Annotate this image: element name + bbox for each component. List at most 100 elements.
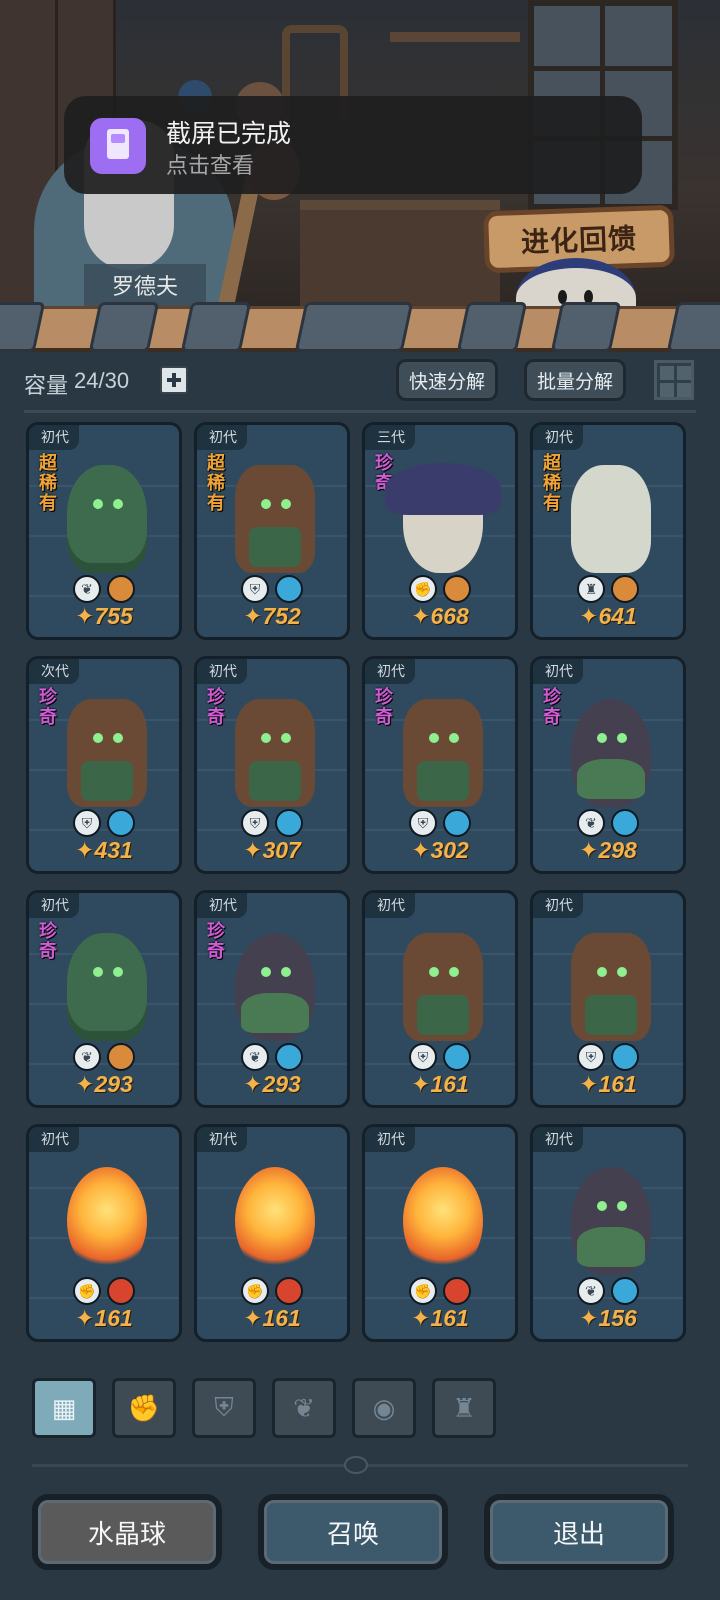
notification-subtitle: 点击查看 xyxy=(166,153,255,178)
quick-decompose-button[interactable]: 快速分解 xyxy=(396,359,498,401)
creature-bush xyxy=(67,933,147,1041)
generation-label: 初代 xyxy=(29,425,79,450)
water-element-icon xyxy=(275,809,303,837)
earth-element-icon xyxy=(443,575,471,603)
screenshot-notification[interactable]: 截屏已完成 点击查看 xyxy=(64,96,642,194)
creature-bush xyxy=(67,465,147,573)
category-tab-alien-head-icon[interactable]: ◉ xyxy=(352,1378,416,1438)
crystal-ball-button[interactable]: 水晶球 xyxy=(32,1494,222,1570)
tower-icon: ♜ xyxy=(452,1392,476,1423)
power-number: 161 xyxy=(430,1071,469,1097)
fist-icon: ✊ xyxy=(127,1392,161,1423)
power-glyph-icon: ✦ xyxy=(243,1071,263,1097)
category-tab-shield-icon[interactable]: ⛨ xyxy=(192,1378,256,1438)
generation-label: 初代 xyxy=(197,1127,247,1152)
rarity-label: 珍奇 xyxy=(207,687,225,727)
creature-badges: ✊ xyxy=(241,1277,311,1307)
creature-card[interactable]: 初代 超稀有 ♜ ✦641 xyxy=(530,422,686,640)
power-number: 293 xyxy=(94,1071,133,1097)
creature-card[interactable]: 初代 珍奇 ❦ ✦298 xyxy=(530,656,686,874)
creature-mush xyxy=(385,463,501,573)
category-tab-sprout-icon[interactable]: ❦ xyxy=(272,1378,336,1438)
fist-icon: ✊ xyxy=(73,1277,101,1305)
rarity-label: 超稀有 xyxy=(543,453,561,513)
power-value: ✦161 xyxy=(197,1305,347,1332)
power-glyph-icon: ✦ xyxy=(579,1071,599,1097)
sprout-icon: ❦ xyxy=(241,1043,269,1071)
power-glyph-icon: ✦ xyxy=(75,1071,95,1097)
shield-icon: ⛨ xyxy=(409,1043,437,1071)
creature-card[interactable]: 三代 珍奇 ✊ ✦668 xyxy=(362,422,518,640)
category-tab-tower-icon[interactable]: ♜ xyxy=(432,1378,496,1438)
rarity-label: 超稀有 xyxy=(39,453,57,513)
creature-badges: ❦ xyxy=(241,1043,311,1073)
power-value: ✦752 xyxy=(197,603,347,630)
creature-card[interactable]: 初代 珍奇 ⛨ ✦307 xyxy=(194,656,350,874)
creature-card[interactable]: 初代 ⛨ ✦161 xyxy=(530,890,686,1108)
creature-card[interactable]: 初代 珍奇 ❦ ✦293 xyxy=(26,890,182,1108)
water-element-icon xyxy=(443,809,471,837)
creature-card[interactable]: 初代 ❦ ✦156 xyxy=(530,1124,686,1342)
fire-element-icon xyxy=(443,1277,471,1305)
creature-card[interactable]: 初代 ✊ ✦161 xyxy=(362,1124,518,1342)
rarity-label: 珍奇 xyxy=(39,921,57,961)
power-glyph-icon: ✦ xyxy=(411,837,431,863)
power-glyph-icon: ✦ xyxy=(75,1305,95,1331)
creature-card[interactable]: 初代 ✊ ✦161 xyxy=(26,1124,182,1342)
category-tab-fist-icon[interactable]: ✊ xyxy=(112,1378,176,1438)
creature-badges: ✊ xyxy=(409,575,479,605)
generation-label: 初代 xyxy=(533,1127,583,1152)
batch-decompose-button[interactable]: 批量分解 xyxy=(524,359,626,401)
exit-button[interactable]: 退出 xyxy=(484,1494,674,1570)
creature-badges: ❦ xyxy=(577,809,647,839)
capacity-label: 容量 xyxy=(24,373,69,398)
shield-icon: ⛨ xyxy=(214,1392,234,1422)
plus-icon[interactable] xyxy=(160,366,188,394)
fire-element-icon xyxy=(107,1277,135,1305)
sprout-icon: ❦ xyxy=(577,809,605,837)
grid-view-icon[interactable] xyxy=(654,360,694,400)
creature-tree xyxy=(235,465,315,573)
creature-badges: ❦ xyxy=(73,1043,143,1073)
water-element-icon xyxy=(611,1043,639,1071)
power-value: ✦161 xyxy=(365,1305,515,1332)
power-number: 161 xyxy=(94,1305,133,1331)
creature-card[interactable]: 初代 ⛨ ✦161 xyxy=(362,890,518,1108)
category-tab-all-blocks-icon[interactable]: ▦ xyxy=(32,1378,96,1438)
power-value: ✦302 xyxy=(365,837,515,864)
generation-label: 初代 xyxy=(533,425,583,450)
sprout-icon: ❦ xyxy=(577,1277,605,1305)
water-element-icon xyxy=(107,809,135,837)
creature-fire xyxy=(235,1167,315,1275)
summon-button[interactable]: 召唤 xyxy=(258,1494,448,1570)
power-number: 302 xyxy=(430,837,469,863)
creature-card[interactable]: 次代 珍奇 ⛨ ✦431 xyxy=(26,656,182,874)
power-number: 161 xyxy=(430,1305,469,1331)
creature-fire xyxy=(67,1167,147,1275)
rarity-label: 超稀有 xyxy=(207,453,225,513)
beam-bracket xyxy=(550,302,622,352)
beam-bracket xyxy=(88,302,160,352)
creature-card[interactable]: 初代 超稀有 ⛨ ✦752 xyxy=(194,422,350,640)
creature-dragon xyxy=(571,465,651,573)
creature-tree xyxy=(571,933,651,1041)
creature-wisp xyxy=(235,933,315,1041)
power-number: 755 xyxy=(94,603,133,629)
scene-background: 进化回馈 罗德夫 截屏已完成 点击查看 xyxy=(0,0,720,345)
power-value: ✦431 xyxy=(29,837,179,864)
creature-badges: ✊ xyxy=(73,1277,143,1307)
power-number: 298 xyxy=(598,837,637,863)
creature-card[interactable]: 初代 ✊ ✦161 xyxy=(194,1124,350,1342)
creature-card[interactable]: 初代 超稀有 ❦ ✦755 xyxy=(26,422,182,640)
fist-icon: ✊ xyxy=(409,575,437,603)
beam-bracket xyxy=(294,302,414,352)
generation-label: 初代 xyxy=(197,425,247,450)
capacity-value: 24/30 xyxy=(74,368,130,393)
creature-card[interactable]: 初代 珍奇 ⛨ ✦302 xyxy=(362,656,518,874)
creature-badges: ⛨ xyxy=(241,809,311,839)
earth-element-icon xyxy=(611,575,639,603)
power-value: ✦161 xyxy=(533,1071,683,1098)
generation-label: 初代 xyxy=(533,659,583,684)
creature-card[interactable]: 初代 珍奇 ❦ ✦293 xyxy=(194,890,350,1108)
power-number: 641 xyxy=(598,603,637,629)
